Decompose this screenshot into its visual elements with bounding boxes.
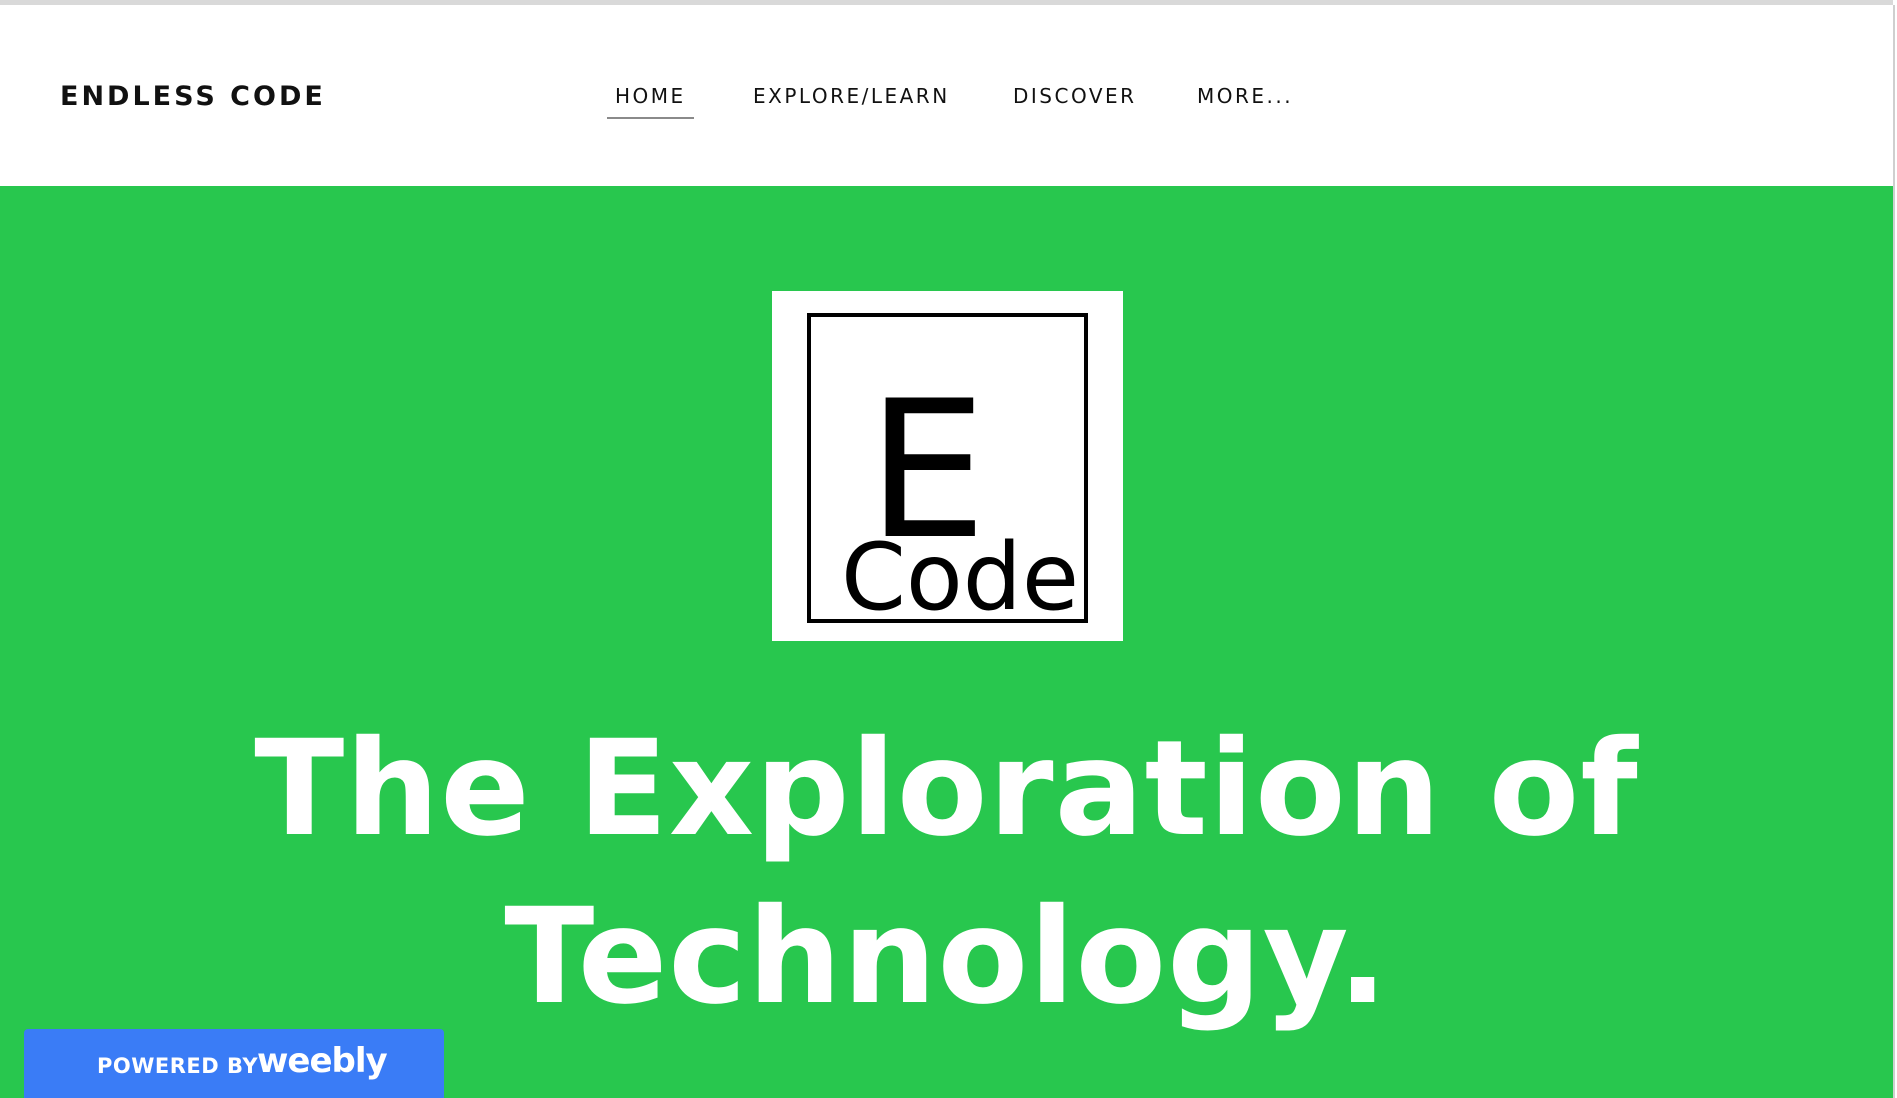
window-edge-line bbox=[1893, 5, 1895, 1098]
page: ENDLESS CODE HOME EXPLORE/LEARN DISCOVER… bbox=[0, 0, 1897, 1098]
nav-item-explore-learn[interactable]: EXPLORE/LEARN bbox=[753, 84, 950, 108]
nav-item-more[interactable]: MORE... bbox=[1197, 84, 1293, 108]
logo-word: Code bbox=[841, 523, 1079, 631]
nav-item-discover[interactable]: DISCOVER bbox=[1013, 84, 1137, 108]
hero-headline-line-2: Technology. bbox=[504, 880, 1389, 1034]
endless-code-logo: E Code bbox=[772, 291, 1123, 641]
active-nav-underline bbox=[607, 117, 694, 119]
nav-item-home[interactable]: HOME bbox=[615, 84, 686, 108]
site-header: ENDLESS CODE HOME EXPLORE/LEARN DISCOVER… bbox=[0, 5, 1893, 186]
powered-by-label: POWERED BY bbox=[97, 1054, 259, 1078]
weebly-logo: weebly bbox=[257, 1041, 388, 1081]
logo-graphic: E Code bbox=[807, 313, 1088, 631]
main-nav: HOME EXPLORE/LEARN DISCOVER MORE... bbox=[0, 5, 1893, 186]
powered-by-weebly-badge[interactable]: POWERED BY weebly bbox=[24, 1029, 444, 1098]
hero-headline: The Exploration of Technology. bbox=[200, 705, 1693, 1041]
hero-headline-line-1: The Exploration of bbox=[254, 712, 1639, 866]
